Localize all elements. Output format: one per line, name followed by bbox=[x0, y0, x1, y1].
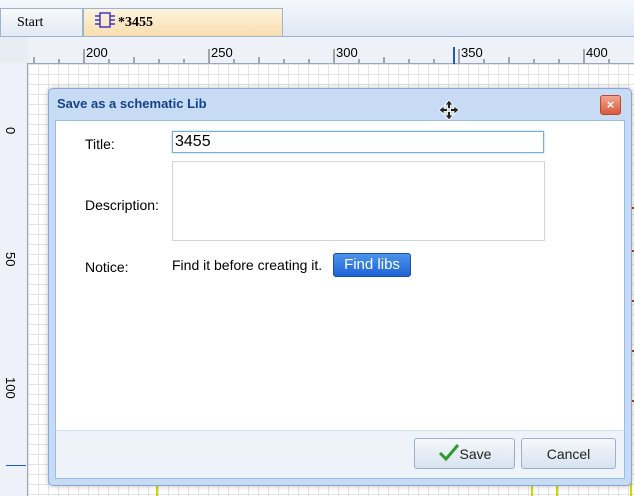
dialog-footer: Save Cancel bbox=[55, 430, 625, 479]
save-button[interactable]: Save bbox=[414, 438, 515, 469]
close-icon: × bbox=[606, 97, 615, 112]
ruler-cursor-marker bbox=[6, 465, 26, 466]
dialog-title: Save as a schematic Lib bbox=[57, 96, 207, 111]
save-schematic-lib-dialog: Save as a schematic Lib × Title: Descrip… bbox=[48, 88, 632, 486]
dialog-body: Title: Description: Notice: Find it befo… bbox=[55, 120, 625, 432]
ruler-label: 350 bbox=[461, 45, 483, 60]
save-label: Save bbox=[459, 445, 492, 462]
description-input[interactable] bbox=[172, 161, 545, 241]
tab-start-label: Start bbox=[17, 14, 44, 30]
cancel-label: Cancel bbox=[546, 445, 591, 462]
schematic-chip-icon bbox=[94, 11, 118, 34]
ruler-cursor-marker bbox=[453, 47, 455, 64]
checkmark-icon bbox=[438, 443, 460, 464]
tab-start[interactable]: Start bbox=[0, 8, 83, 36]
tab-bar: Start *3455 bbox=[0, 0, 634, 37]
cancel-button[interactable]: Cancel bbox=[521, 438, 616, 469]
ruler-label: 300 bbox=[336, 45, 358, 60]
tab-document-label: *3455 bbox=[118, 14, 153, 30]
find-libs-button[interactable]: Find libs bbox=[333, 253, 411, 277]
title-label: Title: bbox=[85, 136, 115, 152]
notice-label: Notice: bbox=[85, 259, 129, 275]
tab-document[interactable]: *3455 bbox=[83, 8, 283, 36]
horizontal-ruler: 200 250 300 350 400 bbox=[28, 37, 634, 64]
ruler-label: 200 bbox=[86, 45, 108, 60]
vertical-ruler: 0 50 100 bbox=[0, 63, 28, 496]
ruler-label: 400 bbox=[586, 45, 608, 60]
ruler-label: 50 bbox=[3, 252, 18, 267]
title-input[interactable] bbox=[172, 131, 544, 153]
ruler-label: 0 bbox=[3, 127, 18, 135]
ruler-label: 250 bbox=[211, 45, 233, 60]
notice-text: Find it before creating it. bbox=[172, 257, 323, 273]
find-libs-label: Find libs bbox=[344, 256, 400, 273]
description-label: Description: bbox=[85, 197, 159, 213]
close-button[interactable]: × bbox=[600, 95, 621, 115]
ruler-label: 100 bbox=[3, 377, 18, 399]
